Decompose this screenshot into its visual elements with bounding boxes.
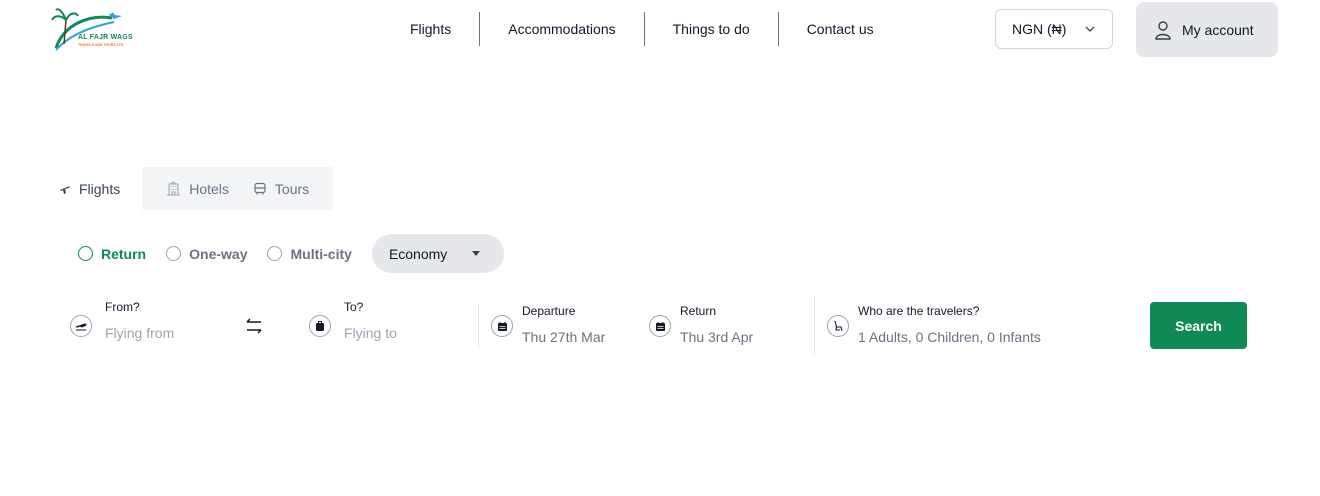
cabin-class-value: Economy bbox=[388, 245, 448, 262]
calendar-icon bbox=[491, 315, 513, 337]
tab-tours-label: Tours bbox=[274, 180, 310, 197]
travelers-label: Who are the travelers? bbox=[858, 304, 980, 318]
nav-contact-us[interactable]: Contact us bbox=[779, 12, 902, 46]
search-tabs: Flights Hotels Tours bbox=[48, 167, 334, 210]
logo-tagline: TRAVELS AND TOURS LTD bbox=[78, 43, 124, 47]
currency-label: NGN (₦) bbox=[1012, 21, 1067, 37]
field-divider bbox=[814, 296, 815, 355]
radio-one-way[interactable]: One-way bbox=[166, 246, 247, 262]
search-button[interactable]: Search bbox=[1150, 302, 1247, 349]
radio-circle bbox=[166, 246, 182, 261]
chevron-down-icon bbox=[1085, 26, 1095, 32]
user-icon bbox=[1155, 20, 1171, 40]
brand-logo[interactable]: AL FAJR WAGS TRAVELS AND TOURS LTD bbox=[50, 4, 150, 58]
nav-flights[interactable]: Flights bbox=[390, 12, 479, 46]
my-account-button[interactable]: My account bbox=[1136, 2, 1278, 57]
calendar-icon bbox=[649, 315, 671, 337]
radio-return[interactable]: Return bbox=[78, 246, 146, 262]
departure-label: Departure bbox=[522, 304, 576, 318]
seat-icon bbox=[827, 315, 849, 337]
caret-down-icon bbox=[471, 251, 480, 256]
trip-type-options: Return One-way Multi-city Economy bbox=[78, 234, 504, 273]
tab-hotels-label: Hotels bbox=[189, 180, 229, 197]
tab-flights-label: Flights bbox=[79, 180, 121, 197]
my-account-label: My account bbox=[1182, 21, 1254, 38]
departure-plane-icon bbox=[70, 315, 92, 337]
radio-circle bbox=[267, 246, 283, 261]
from-label: From? bbox=[105, 300, 140, 314]
tab-flights[interactable]: Flights bbox=[48, 167, 142, 210]
departure-date-input[interactable]: Thu 27th Mar bbox=[522, 329, 605, 345]
from-input[interactable]: Flying from bbox=[105, 325, 174, 341]
swap-button[interactable] bbox=[244, 316, 264, 341]
tab-tours[interactable]: Tours bbox=[241, 167, 321, 210]
tab-hotels[interactable]: Hotels bbox=[154, 167, 241, 210]
plane-icon bbox=[60, 185, 70, 194]
building-icon bbox=[167, 181, 181, 196]
radio-one-way-label: One-way bbox=[189, 245, 248, 262]
radio-multi-city[interactable]: Multi-city bbox=[267, 245, 352, 262]
nav-things-to-do[interactable]: Things to do bbox=[645, 12, 778, 46]
radio-return-label: Return bbox=[101, 245, 147, 262]
return-date-input[interactable]: Thu 3rd Apr bbox=[680, 329, 753, 345]
logo-name: AL FAJR WAGS bbox=[78, 34, 133, 41]
nav-accommodations[interactable]: Accommodations bbox=[480, 12, 643, 46]
currency-selector[interactable]: NGN (₦) bbox=[995, 9, 1113, 49]
main-nav: Flights Accommodations Things to do Cont… bbox=[390, 12, 902, 46]
return-label: Return bbox=[680, 304, 717, 318]
bus-icon bbox=[254, 182, 266, 194]
tab-group-inactive: Hotels Tours bbox=[142, 167, 334, 210]
field-divider bbox=[478, 304, 479, 348]
to-input[interactable]: Flying to bbox=[344, 325, 397, 341]
logo-graphic bbox=[51, 8, 122, 51]
luggage-icon bbox=[309, 315, 331, 337]
cabin-class-dropdown[interactable]: Economy bbox=[371, 234, 504, 273]
to-label: To? bbox=[344, 300, 364, 314]
radio-circle bbox=[78, 246, 93, 261]
travelers-input[interactable]: 1 Adults, 0 Children, 0 Infants bbox=[858, 329, 1041, 345]
radio-multi-city-label: Multi-city bbox=[290, 245, 352, 262]
swap-arrows-icon bbox=[246, 318, 262, 334]
